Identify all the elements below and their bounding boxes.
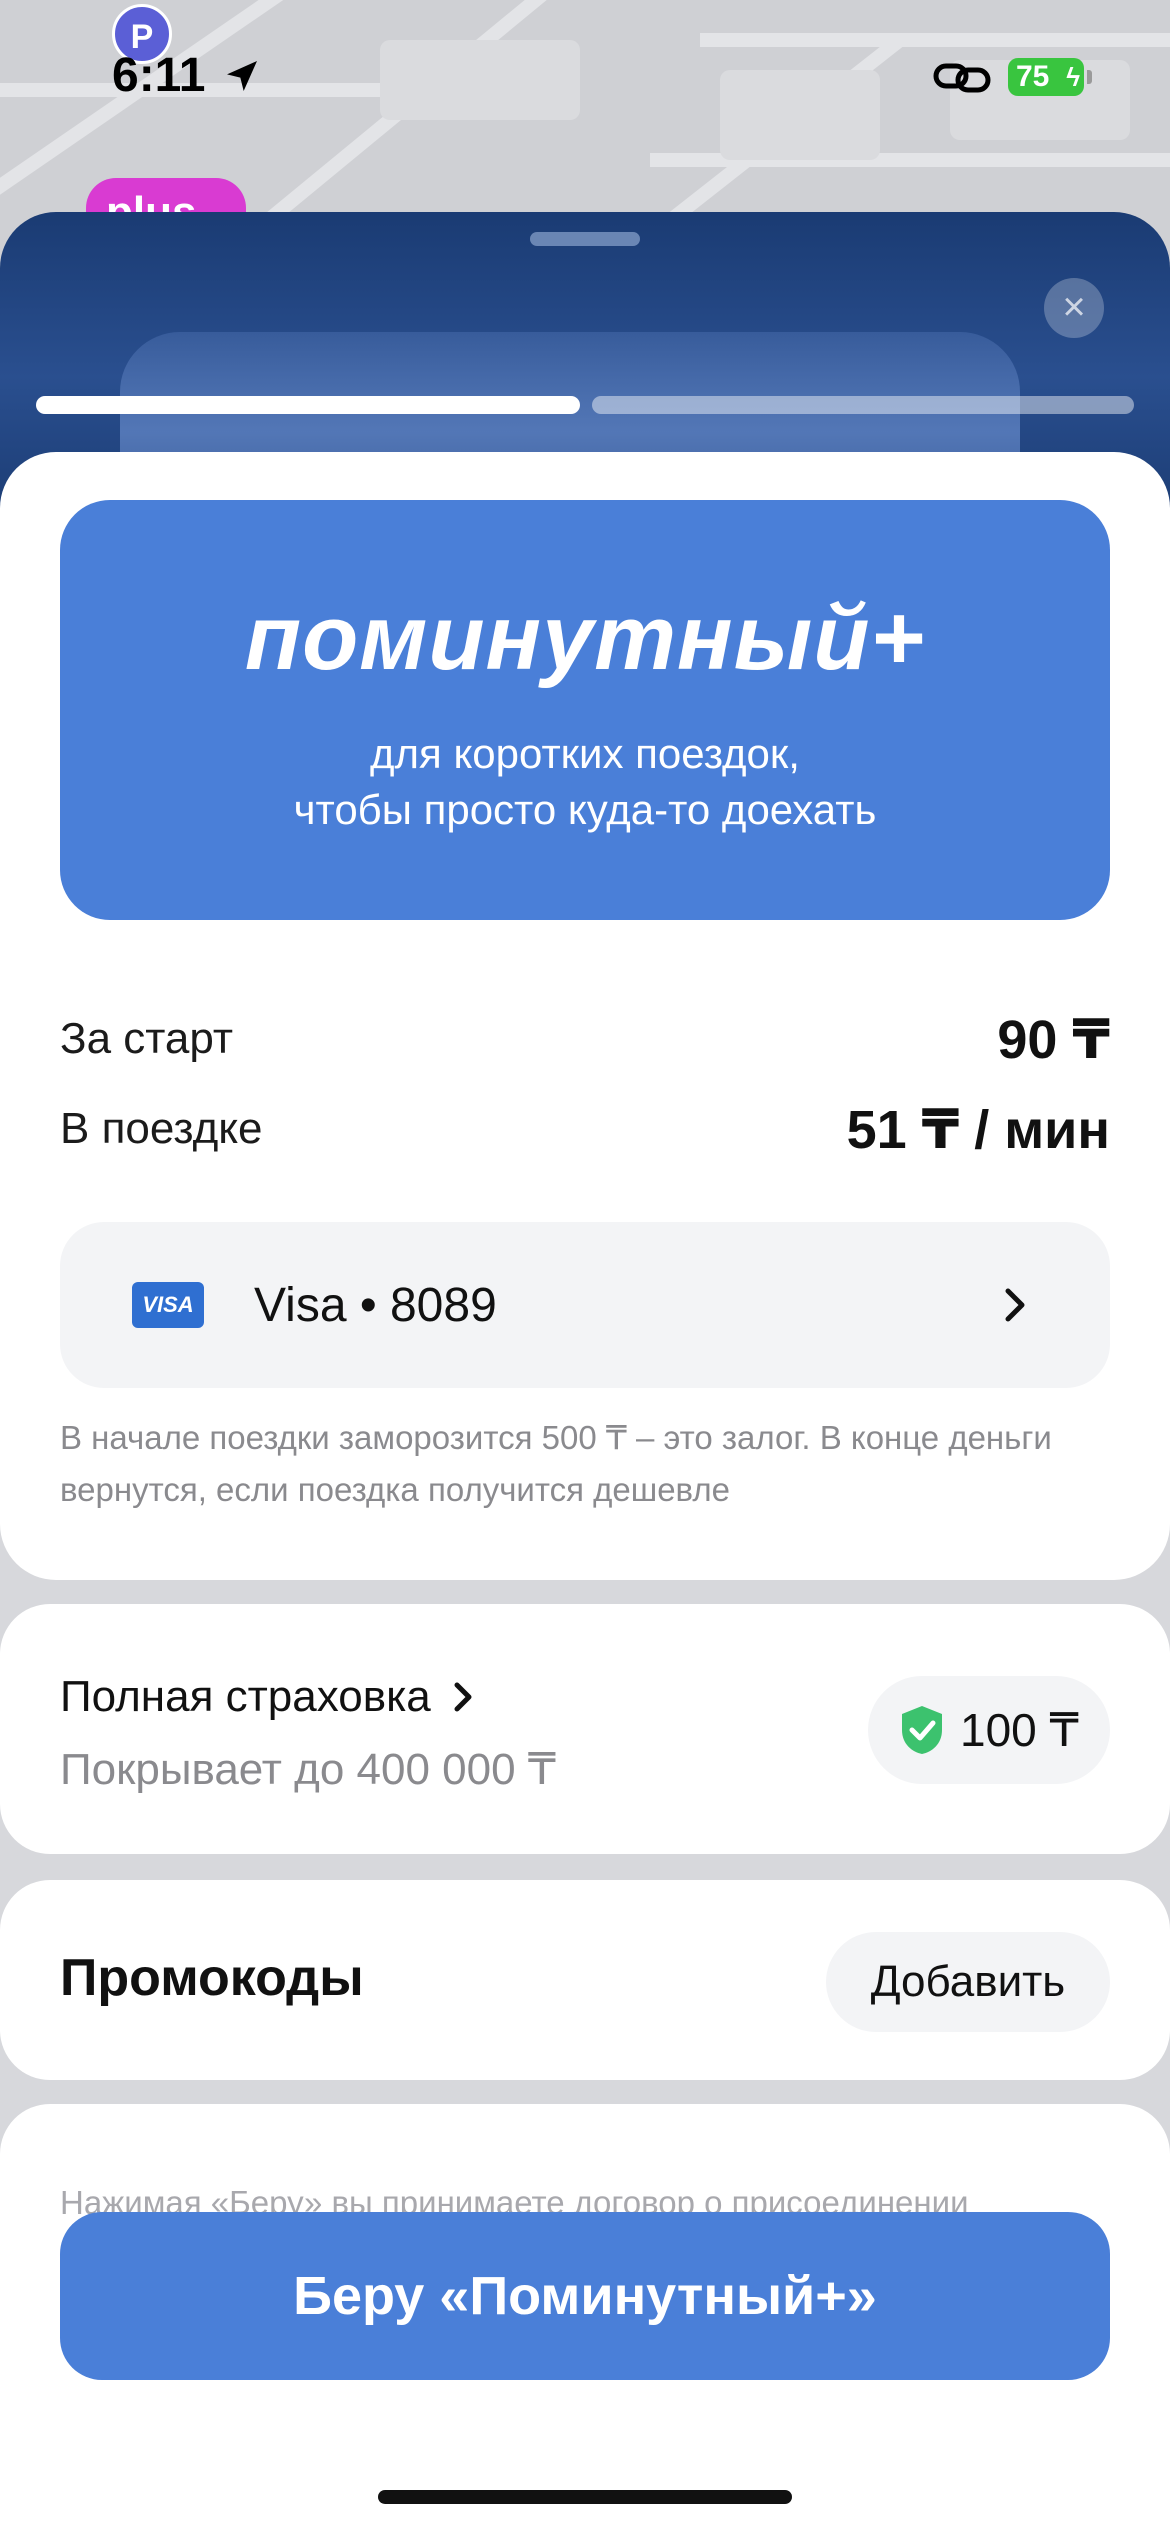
payment-card-label: Visa • 8089: [254, 1278, 497, 1332]
charging-bolt-icon: ϟ: [1066, 62, 1080, 92]
insurance-toggle-button[interactable]: 100 ₸: [868, 1676, 1110, 1784]
status-bar: 6:11 75 ϟ: [0, 0, 1170, 150]
battery-level: 75: [1016, 60, 1050, 93]
chevron-right-icon: [1005, 1288, 1025, 1322]
link-icon: [933, 63, 991, 93]
start-price-row: За старт 90 ₸: [60, 1004, 1110, 1074]
insurance-title-link[interactable]: Полная страховка: [60, 1672, 479, 1722]
ride-price-label: В поездке: [60, 1104, 263, 1153]
close-button[interactable]: ×: [1044, 278, 1104, 338]
insurance-subtitle: Покрывает до 400 000 ₸: [60, 1745, 556, 1794]
status-time: 6:11: [112, 49, 206, 102]
tariff-banner: поминутный+ для коротких поездок, чтобы …: [60, 500, 1110, 920]
home-indicator[interactable]: [378, 2490, 792, 2504]
start-price-value: 90 ₸: [997, 1009, 1110, 1070]
deposit-note: В начале поездки заморозится 500 ₸ – это…: [60, 1419, 1052, 1508]
sheet-grabber[interactable]: [530, 232, 640, 246]
add-promo-button[interactable]: Добавить: [826, 1932, 1110, 2032]
story-progress-1: [36, 396, 580, 414]
insurance-price: 100 ₸: [960, 1704, 1079, 1756]
insurance-title: Полная страховка: [60, 1672, 431, 1721]
tariff-subtitle-line1: для коротких поездок,: [370, 730, 800, 777]
chevron-right-icon: [454, 1682, 472, 1712]
ride-price-row: В поездке 51 ₸ / мин: [60, 1094, 1110, 1164]
tariff-subtitle-line2: чтобы просто куда-то доехать: [293, 786, 877, 833]
promo-title: Промокоды: [60, 1949, 364, 2007]
payment-method-button[interactable]: VISA Visa • 8089: [60, 1222, 1110, 1388]
take-tariff-button[interactable]: Беру «Поминутный+»: [60, 2212, 1110, 2380]
location-arrow-icon: [227, 61, 257, 91]
battery-indicator: 75 ϟ: [1008, 58, 1092, 96]
tariff-subtitle: для коротких поездок, чтобы просто куда-…: [60, 726, 1110, 838]
shield-check-icon: [902, 1706, 942, 1754]
start-price-label: За старт: [60, 1014, 234, 1063]
visa-card-icon: VISA: [132, 1282, 204, 1328]
ride-price-value: 51 ₸ / мин: [846, 1099, 1110, 1160]
tariff-title: поминутный+: [244, 587, 926, 689]
story-progress-2: [592, 396, 1134, 414]
